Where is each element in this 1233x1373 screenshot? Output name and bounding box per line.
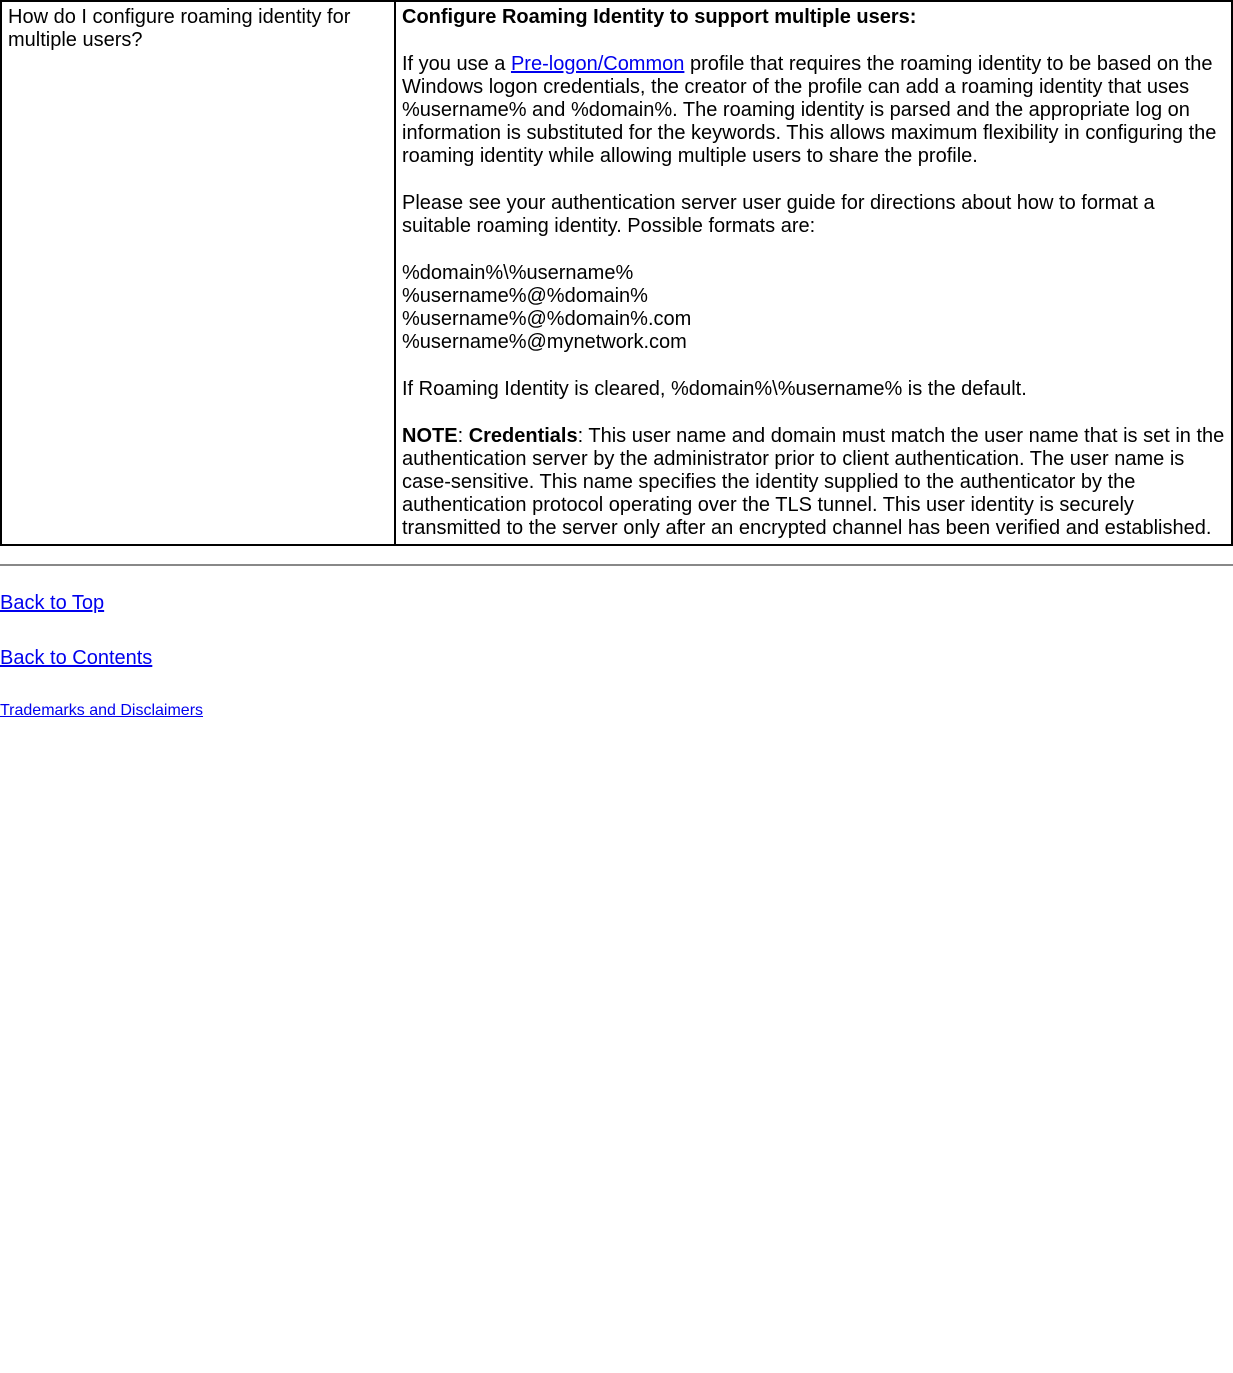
answer-cell: Configure Roaming Identity to support mu… xyxy=(395,1,1232,545)
answer-paragraph-2: Please see your authentication server us… xyxy=(402,192,1225,238)
note-paragraph: NOTE: Credentials: This user name and do… xyxy=(402,425,1225,540)
back-to-top-link[interactable]: Back to Top xyxy=(0,592,104,614)
back-to-contents-link[interactable]: Back to Contents xyxy=(0,647,152,669)
note-label: NOTE xyxy=(402,425,458,447)
answer-paragraph-1: If you use a Pre-logon/Common profile th… xyxy=(402,53,1225,168)
divider xyxy=(0,564,1233,566)
p1-before-link: If you use a xyxy=(402,53,511,75)
note-sublabel: Credentials xyxy=(469,425,578,447)
formats-block: %domain%\%username% %username%@%domain% … xyxy=(402,262,1225,354)
format-line-4: %username%@mynetwork.com xyxy=(402,331,1225,354)
prelogon-common-link[interactable]: Pre-logon/Common xyxy=(511,53,684,75)
roaming-identity-table: How do I configure roaming identity for … xyxy=(0,0,1233,546)
trademarks-link[interactable]: Trademarks and Disclaimers xyxy=(0,702,203,719)
answer-heading: Configure Roaming Identity to support mu… xyxy=(402,6,916,28)
answer-paragraph-3: If Roaming Identity is cleared, %domain%… xyxy=(402,378,1225,401)
question-cell: How do I configure roaming identity for … xyxy=(1,1,395,545)
footer-links: Back to Top Back to Contents Trademarks … xyxy=(0,592,1233,720)
format-line-1: %domain%\%username% xyxy=(402,262,1225,285)
table-row: How do I configure roaming identity for … xyxy=(1,1,1232,545)
format-line-3: %username%@%domain%.com xyxy=(402,308,1225,331)
format-line-2: %username%@%domain% xyxy=(402,285,1225,308)
question-text: How do I configure roaming identity for … xyxy=(8,6,350,51)
